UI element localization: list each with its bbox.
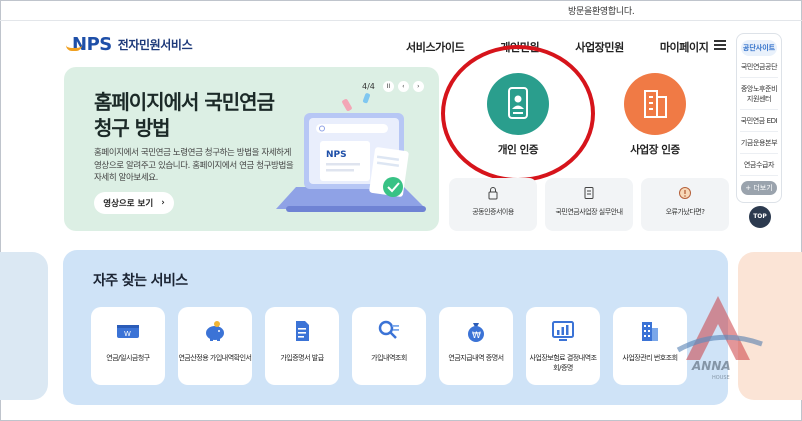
frequent-services-cards: W 연금/일시금청구 연금산정용 가입내역확인서 가입증명서 발급 가입내역조회… [91, 307, 687, 385]
service-card-label: 가입내역조회 [371, 354, 407, 362]
pager-count: 4/4 [362, 82, 375, 91]
svg-text:W: W [124, 330, 131, 338]
error-help-card[interactable]: 오류가났다면? [641, 178, 729, 231]
workplace-guide-label: 국민연금사업장 실무안내 [555, 208, 623, 216]
service-card-label: 사업장보험료 결정내역조회/증명 [529, 354, 597, 372]
error-help-label: 오류가났다면? [665, 208, 705, 216]
quick-item-nps[interactable]: 국민연금공단 [740, 56, 778, 78]
service-card-label: 가입증명서 발급 [280, 354, 324, 362]
lock-icon [488, 187, 498, 200]
service-card-enrollment-confirm[interactable]: 연금산정용 가입내역확인서 [178, 307, 252, 385]
menu-icon[interactable] [714, 40, 726, 50]
quick-item-retirement-center[interactable]: 중앙노후준비 지원센터 [740, 78, 778, 110]
top-divider [0, 20, 802, 21]
art-logo: NPS [326, 150, 347, 160]
scroll-top-button[interactable]: TOP [749, 206, 771, 228]
left-decoration [0, 252, 48, 400]
service-card-enrollment-lookup[interactable]: 가입내역조회 [352, 307, 426, 385]
document-icon [584, 187, 594, 199]
nav-mypage[interactable]: 마이페이지 [660, 39, 709, 55]
service-card-label: 연금지급내역 증명서 [448, 354, 504, 362]
quick-item-pensioner[interactable]: 연금수급자 [740, 154, 778, 176]
svg-text:₩: ₩ [472, 331, 481, 341]
quick-more-button[interactable]: + 더보기 [741, 181, 777, 195]
watch-video-label: 영상으로 보기 [103, 199, 154, 209]
building-icon [644, 90, 667, 118]
watermark-logo: ANNA HOUSE [676, 296, 763, 381]
cert-usage-card[interactable]: 공동인증서이용 [449, 178, 537, 231]
document-icon [296, 321, 309, 341]
watermark-subtext: HOUSE [712, 375, 730, 381]
search-list-icon [378, 320, 399, 339]
quick-item-fund[interactable]: 기금운용본부 [740, 132, 778, 154]
cert-usage-label: 공동인증서이용 [472, 208, 514, 216]
service-card-label: 연금/일시금청구 [106, 354, 150, 362]
service-card-label: 연금산정용 가입내역확인서 [178, 354, 252, 362]
id-card-icon [508, 87, 528, 119]
logo-text: 전자민원서비스 [117, 38, 193, 52]
main-nav: 서비스가이드 개인민원 사업장민원 마이페이지 [406, 39, 744, 55]
money-bag-icon: ₩ [468, 323, 484, 342]
watermark-text: ANNA [691, 359, 731, 373]
nav-service-guide[interactable]: 서비스가이드 [406, 39, 465, 55]
warning-icon [679, 187, 691, 199]
frequent-services-title: 자주 찾는 서비스 [93, 273, 188, 289]
piggy-bank-icon [206, 321, 224, 341]
hero-title: 홈페이지에서 국민연금 청구 방법 [94, 90, 275, 140]
service-card-payment-certificate[interactable]: ₩ 연금지급내역 증명서 [439, 307, 513, 385]
won-card-icon: W [117, 325, 139, 338]
nav-business[interactable]: 사업장민원 [575, 39, 624, 55]
service-card-premium-decision[interactable]: 사업장보험료 결정내역조회/증명 [526, 307, 600, 385]
chevron-right-icon: › [161, 198, 165, 208]
watch-video-button[interactable]: 영상으로 보기 › [94, 192, 174, 214]
quick-panel: 공단사이트 국민연금공단 중앙노후준비 지원센터 국민연금 EDI 기금운용본부… [736, 33, 782, 203]
business-auth-label[interactable]: 사업장 인증 [615, 142, 695, 157]
logo-mark: NPS [66, 34, 112, 55]
business-auth-button[interactable] [624, 73, 686, 135]
quick-panel-title: 공단사이트 [741, 40, 777, 56]
hero-banner: 홈페이지에서 국민연금 청구 방법 홈페이지에서 국민연금 노령연금 청구하는 … [64, 67, 439, 231]
quick-item-edi[interactable]: 국민연금 EDI [740, 110, 778, 132]
hero-description: 홈페이지에서 국민연금 노령연금 청구하는 방법을 자세하게 영상으로 알려주고… [94, 148, 294, 183]
workplace-guide-card[interactable]: 국민연금사업장 실무안내 [545, 178, 633, 231]
greeting-text: 방문을환영합니다. [568, 7, 635, 17]
chart-monitor-icon [552, 321, 574, 341]
building-icon [642, 322, 658, 341]
service-card-certificate[interactable]: 가입증명서 발급 [265, 307, 339, 385]
laptop-illustration: NPS [276, 93, 426, 212]
site-logo[interactable]: NPS 전자민원서비스 [66, 34, 193, 55]
personal-auth-label[interactable]: 개인 인증 [478, 142, 558, 157]
service-card-pension-claim[interactable]: W 연금/일시금청구 [91, 307, 165, 385]
personal-auth-button[interactable] [487, 73, 549, 135]
frequent-services-section: 자주 찾는 서비스 W 연금/일시금청구 연금산정용 가입내역확인서 가입증명서… [63, 250, 728, 405]
